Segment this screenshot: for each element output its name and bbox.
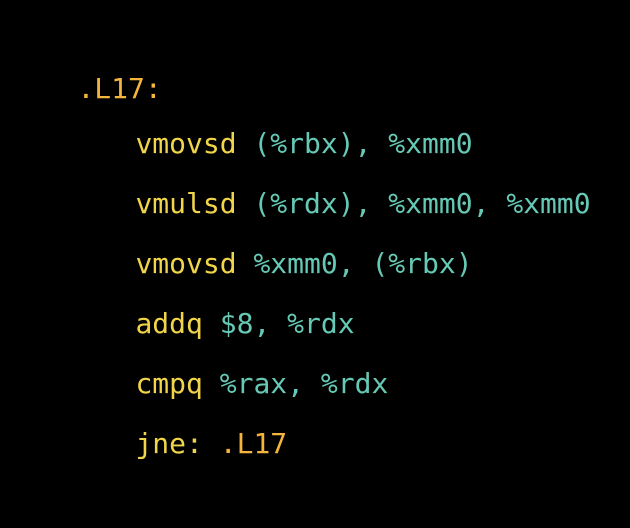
assembly-code-block: .L17: vmovsd (%rbx), %xmm0 vmulsd (%rdx)… (0, 0, 630, 460)
instruction-mnemonic: jne: (135, 427, 203, 460)
jump-target-label: .L17 (202, 427, 288, 460)
code-line: vmovsd %xmm0, (%rbx) (68, 180, 472, 280)
code-line: jne: .L17 (68, 360, 287, 460)
code-line: vmovsd (%rbx), %xmm0 (68, 60, 472, 160)
code-line: cmpq %rax, %rdx (68, 300, 388, 400)
code-line: vmulsd (%rdx), %xmm0, %xmm0 (68, 120, 590, 220)
code-line: addq $8, %rdx (68, 240, 354, 340)
loop-label-line: .L17: (10, 5, 161, 105)
